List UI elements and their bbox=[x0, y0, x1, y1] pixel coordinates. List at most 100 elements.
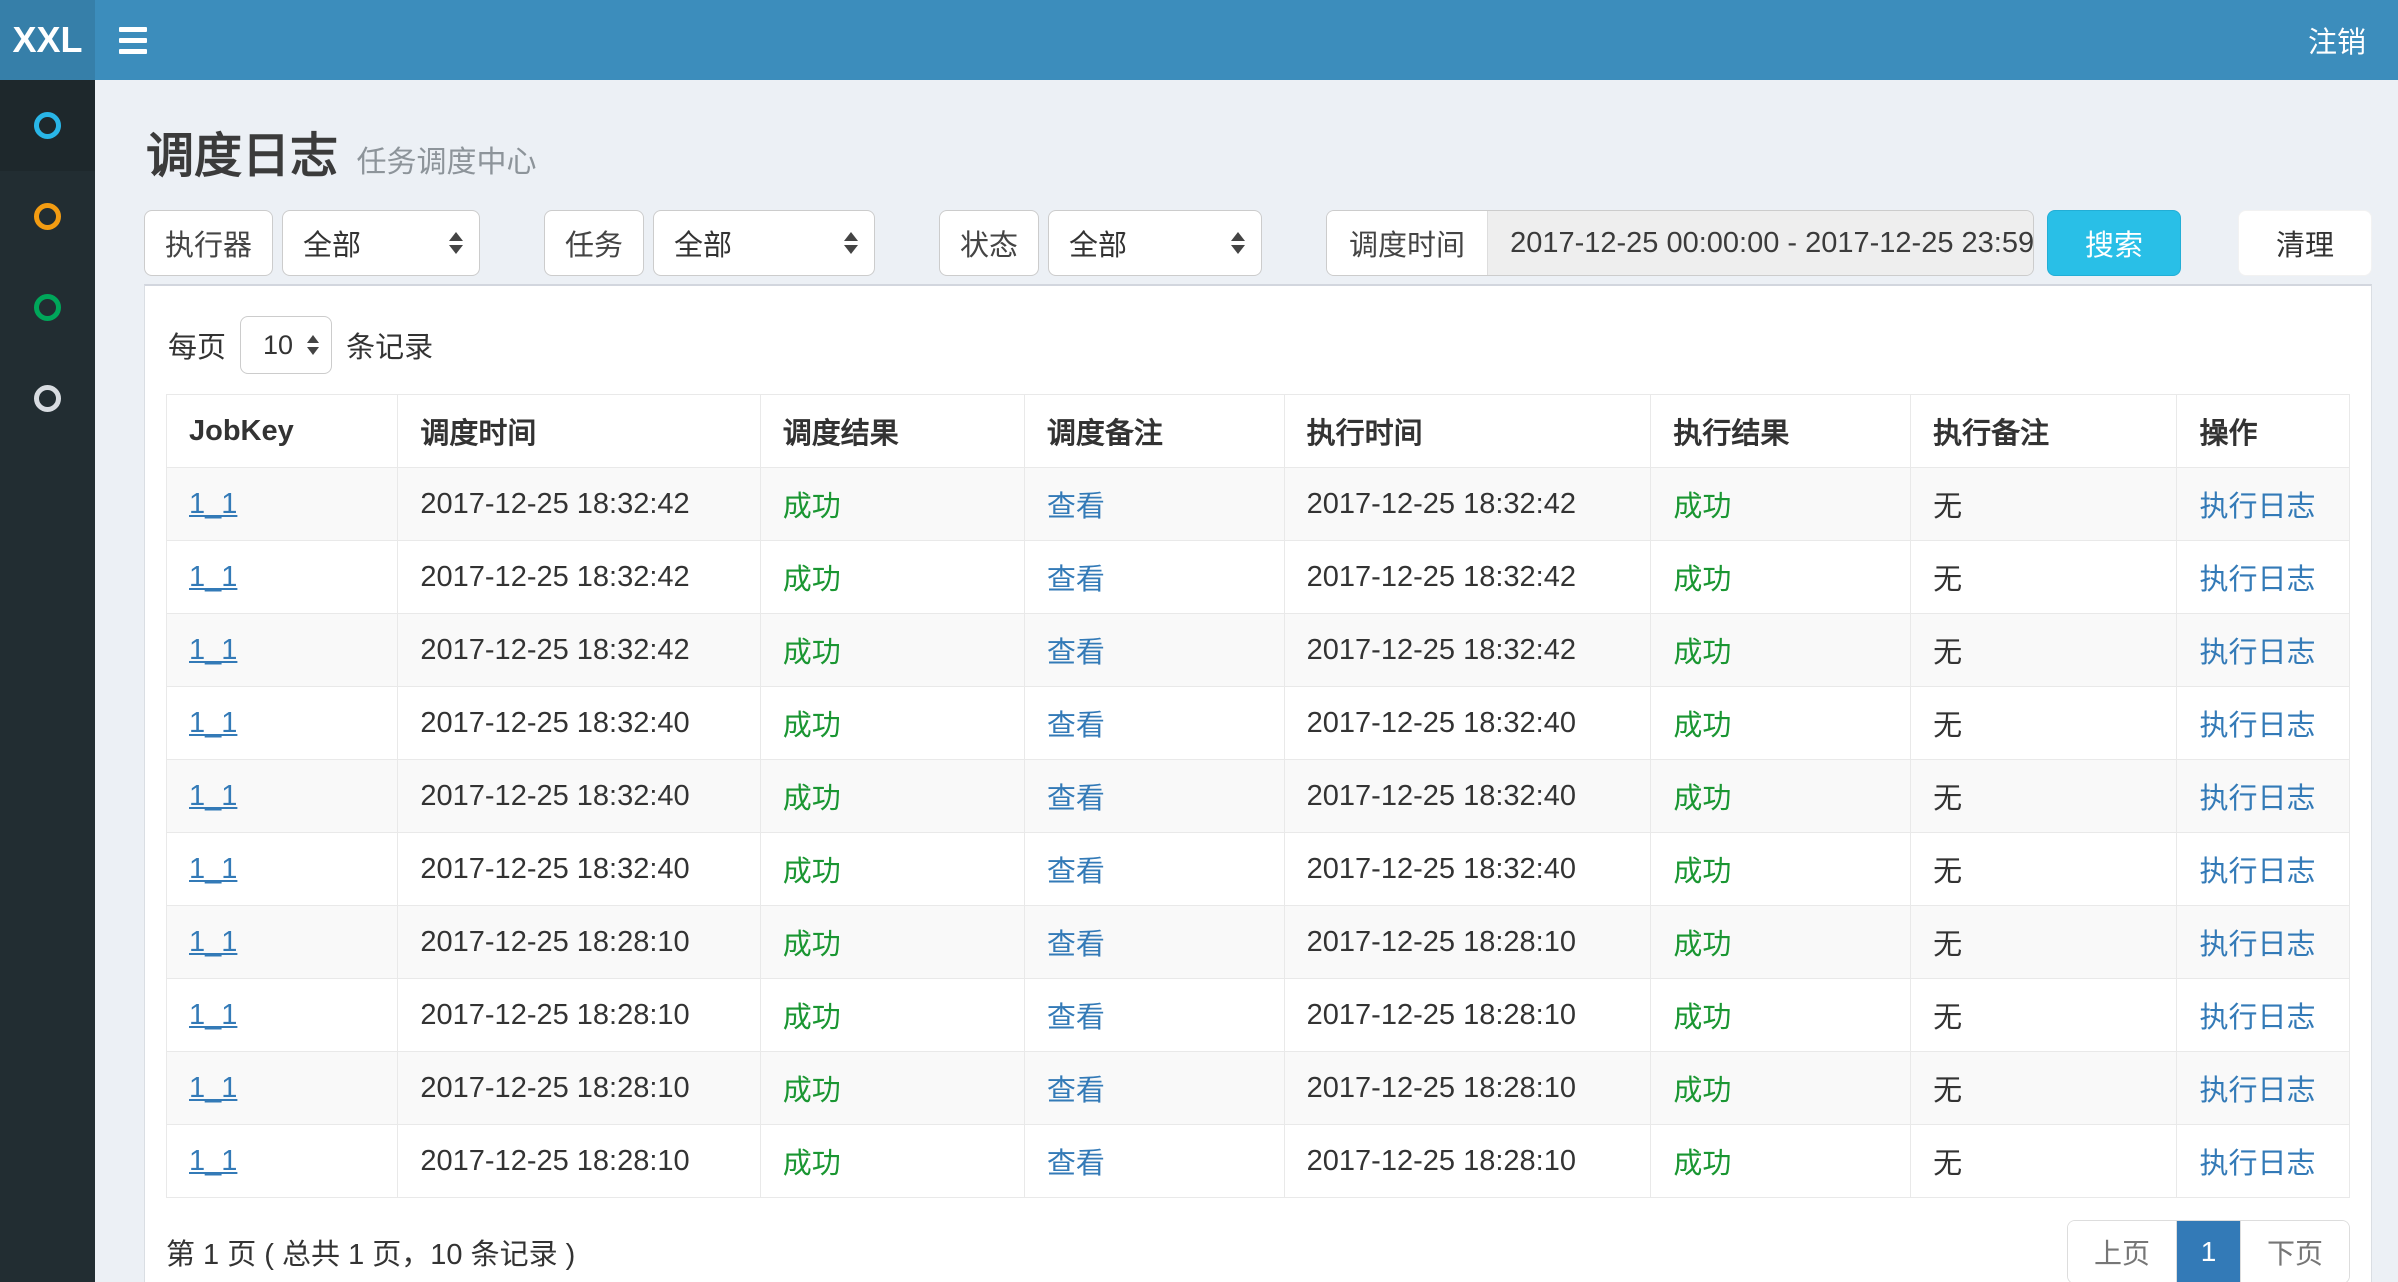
jobkey-link[interactable]: 1_1 bbox=[167, 687, 398, 760]
handle-msg-cell: 无 bbox=[1911, 979, 2177, 1052]
table-row: 1_12017-12-25 18:32:42成功查看2017-12-25 18:… bbox=[167, 614, 2350, 687]
trigger-msg-link[interactable]: 查看 bbox=[1024, 906, 1284, 979]
jobkey-link[interactable]: 1_1 bbox=[167, 1052, 398, 1125]
trigger-time-cell: 2017-12-25 18:28:10 bbox=[398, 979, 760, 1052]
status-filter-label: 状态 bbox=[939, 210, 1039, 276]
jobkey-link[interactable]: 1_1 bbox=[167, 468, 398, 541]
select-arrows-icon bbox=[307, 335, 319, 355]
select-arrows-icon bbox=[449, 232, 463, 254]
jobkey-link[interactable]: 1_1 bbox=[167, 1125, 398, 1198]
trigger-msg-link[interactable]: 查看 bbox=[1024, 1125, 1284, 1198]
trigger-time-cell: 2017-12-25 18:32:40 bbox=[398, 760, 760, 833]
page-size-select[interactable]: 10 bbox=[240, 316, 332, 374]
column-header-6: 执行备注 bbox=[1911, 395, 2177, 468]
exec-log-link[interactable]: 执行日志 bbox=[2177, 687, 2350, 760]
trigger-msg-link[interactable]: 查看 bbox=[1024, 833, 1284, 906]
trigger-result-cell: 成功 bbox=[760, 906, 1024, 979]
prev-page-button[interactable]: 上页 bbox=[2068, 1221, 2176, 1282]
table-footer: 第 1 页 ( 总共 1 页，10 条记录 ) 上页 1 下页 bbox=[166, 1220, 2350, 1282]
table-row: 1_12017-12-25 18:28:10成功查看2017-12-25 18:… bbox=[167, 906, 2350, 979]
trigger-result-cell: 成功 bbox=[760, 1125, 1024, 1198]
trigger-time-range-input[interactable]: 2017-12-25 00:00:00 - 2017-12-25 23:59:5… bbox=[1488, 211, 2033, 275]
sidebar-item-dashboard[interactable] bbox=[0, 80, 95, 171]
trigger-result-cell: 成功 bbox=[760, 760, 1024, 833]
jobkey-link[interactable]: 1_1 bbox=[167, 979, 398, 1052]
exec-log-link[interactable]: 执行日志 bbox=[2177, 614, 2350, 687]
trigger-time-cell: 2017-12-25 18:28:10 bbox=[398, 1052, 760, 1125]
trigger-msg-link[interactable]: 查看 bbox=[1024, 541, 1284, 614]
table-header-row: JobKey调度时间调度结果调度备注执行时间执行结果执行备注操作 bbox=[167, 395, 2350, 468]
trigger-time-cell: 2017-12-25 18:32:40 bbox=[398, 687, 760, 760]
handle-result-cell: 成功 bbox=[1651, 1125, 1911, 1198]
top-navbar: XXL 注销 bbox=[0, 0, 2398, 80]
handle-result-cell: 成功 bbox=[1651, 979, 1911, 1052]
table-row: 1_12017-12-25 18:32:40成功查看2017-12-25 18:… bbox=[167, 760, 2350, 833]
trigger-time-filter: 调度时间 2017-12-25 00:00:00 - 2017-12-25 23… bbox=[1326, 210, 2034, 276]
trigger-time-cell: 2017-12-25 18:32:40 bbox=[398, 833, 760, 906]
clear-button[interactable]: 清理 bbox=[2238, 210, 2372, 276]
sidebar-item-help[interactable] bbox=[0, 353, 95, 444]
handle-msg-cell: 无 bbox=[1911, 906, 2177, 979]
trigger-msg-link[interactable]: 查看 bbox=[1024, 687, 1284, 760]
trigger-result-cell: 成功 bbox=[760, 1052, 1024, 1125]
handle-result-cell: 成功 bbox=[1651, 468, 1911, 541]
table-row: 1_12017-12-25 18:32:42成功查看2017-12-25 18:… bbox=[167, 468, 2350, 541]
circle-icon bbox=[34, 385, 61, 412]
table-row: 1_12017-12-25 18:28:10成功查看2017-12-25 18:… bbox=[167, 1125, 2350, 1198]
handle-msg-cell: 无 bbox=[1911, 760, 2177, 833]
handle-msg-cell: 无 bbox=[1911, 614, 2177, 687]
handle-result-cell: 成功 bbox=[1651, 906, 1911, 979]
executor-select[interactable]: 全部 bbox=[282, 210, 480, 276]
handle-time-cell: 2017-12-25 18:28:10 bbox=[1284, 906, 1651, 979]
trigger-time-cell: 2017-12-25 18:28:10 bbox=[398, 1125, 760, 1198]
pagination: 上页 1 下页 bbox=[2067, 1220, 2350, 1282]
filter-toolbar: 执行器 全部 任务 全部 状态 全部 调度时间 2017-12-25 00:00… bbox=[144, 210, 2372, 276]
jobkey-link[interactable]: 1_1 bbox=[167, 541, 398, 614]
trigger-result-cell: 成功 bbox=[760, 833, 1024, 906]
handle-time-cell: 2017-12-25 18:32:40 bbox=[1284, 687, 1651, 760]
exec-log-link[interactable]: 执行日志 bbox=[2177, 541, 2350, 614]
handle-result-cell: 成功 bbox=[1651, 760, 1911, 833]
table-row: 1_12017-12-25 18:28:10成功查看2017-12-25 18:… bbox=[167, 1052, 2350, 1125]
sidebar bbox=[0, 80, 95, 1282]
table-row: 1_12017-12-25 18:32:40成功查看2017-12-25 18:… bbox=[167, 687, 2350, 760]
exec-log-link[interactable]: 执行日志 bbox=[2177, 1125, 2350, 1198]
sidebar-item-joblog[interactable] bbox=[0, 262, 95, 353]
trigger-msg-link[interactable]: 查看 bbox=[1024, 760, 1284, 833]
handle-result-cell: 成功 bbox=[1651, 687, 1911, 760]
exec-log-link[interactable]: 执行日志 bbox=[2177, 760, 2350, 833]
handle-time-cell: 2017-12-25 18:28:10 bbox=[1284, 979, 1651, 1052]
sidebar-item-jobinfo[interactable] bbox=[0, 171, 95, 262]
jobkey-link[interactable]: 1_1 bbox=[167, 906, 398, 979]
exec-log-link[interactable]: 执行日志 bbox=[2177, 1052, 2350, 1125]
jobkey-link[interactable]: 1_1 bbox=[167, 614, 398, 687]
trigger-msg-link[interactable]: 查看 bbox=[1024, 979, 1284, 1052]
handle-result-cell: 成功 bbox=[1651, 614, 1911, 687]
exec-log-link[interactable]: 执行日志 bbox=[2177, 833, 2350, 906]
trigger-msg-link[interactable]: 查看 bbox=[1024, 614, 1284, 687]
trigger-msg-link[interactable]: 查看 bbox=[1024, 1052, 1284, 1125]
logout-link[interactable]: 注销 bbox=[2308, 19, 2366, 61]
jobkey-link[interactable]: 1_1 bbox=[167, 833, 398, 906]
trigger-msg-link[interactable]: 查看 bbox=[1024, 468, 1284, 541]
exec-log-link[interactable]: 执行日志 bbox=[2177, 906, 2350, 979]
job-select[interactable]: 全部 bbox=[653, 210, 875, 276]
column-header-3: 调度备注 bbox=[1024, 395, 1284, 468]
search-button[interactable]: 搜索 bbox=[2047, 210, 2181, 276]
exec-log-link[interactable]: 执行日志 bbox=[2177, 979, 2350, 1052]
status-select[interactable]: 全部 bbox=[1048, 210, 1262, 276]
page-summary: 第 1 页 ( 总共 1 页，10 条记录 ) bbox=[166, 1231, 575, 1273]
handle-msg-cell: 无 bbox=[1911, 468, 2177, 541]
sidebar-toggle-button[interactable] bbox=[95, 0, 171, 80]
handle-time-cell: 2017-12-25 18:32:42 bbox=[1284, 468, 1651, 541]
handle-msg-cell: 无 bbox=[1911, 1125, 2177, 1198]
jobkey-link[interactable]: 1_1 bbox=[167, 760, 398, 833]
handle-time-cell: 2017-12-25 18:32:42 bbox=[1284, 541, 1651, 614]
circle-icon bbox=[34, 203, 61, 230]
current-page-button[interactable]: 1 bbox=[2176, 1221, 2240, 1282]
exec-log-link[interactable]: 执行日志 bbox=[2177, 468, 2350, 541]
next-page-button[interactable]: 下页 bbox=[2240, 1221, 2349, 1282]
handle-msg-cell: 无 bbox=[1911, 1052, 2177, 1125]
column-header-1: 调度时间 bbox=[398, 395, 760, 468]
circle-icon bbox=[34, 294, 61, 321]
